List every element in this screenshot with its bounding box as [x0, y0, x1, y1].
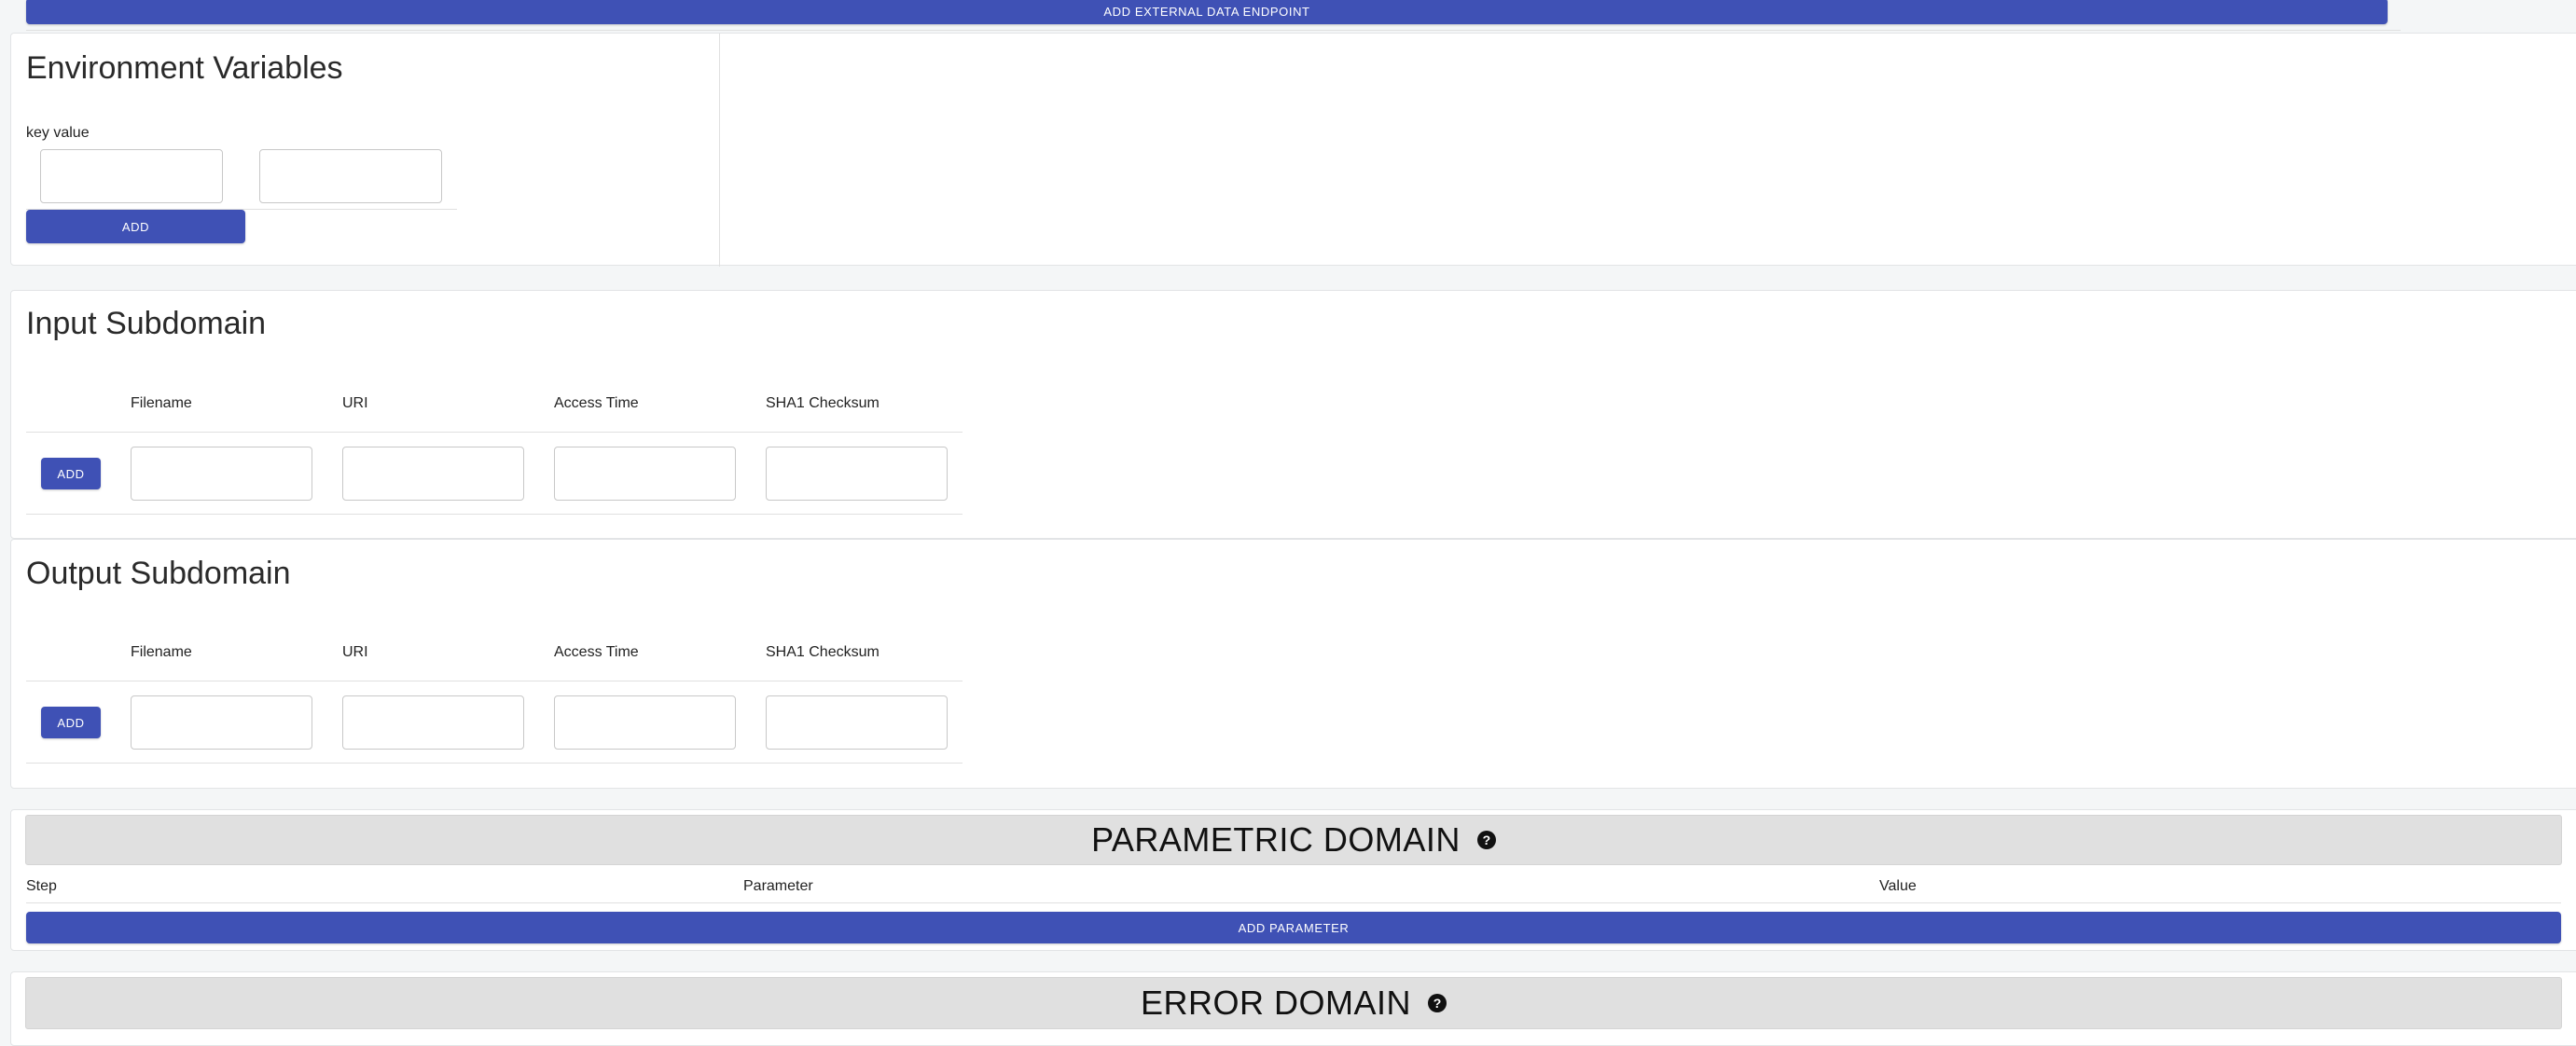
question-circle-icon[interactable]: ?: [1476, 831, 1496, 849]
environment-variables-divider-vertical: [719, 34, 720, 267]
input-col-access-time: Access Time: [554, 395, 639, 411]
env-value-input[interactable]: [259, 149, 442, 203]
input-col-sha1-checksum: SHA1 Checksum: [766, 395, 879, 411]
parametric-col-parameter: Parameter: [743, 878, 813, 894]
parametric-col-step: Step: [26, 878, 57, 894]
input-subdomain-title: Input Subdomain: [26, 306, 267, 341]
question-circle-icon[interactable]: ?: [1428, 994, 1447, 1012]
output-subdomain-card: [10, 539, 2576, 789]
parametric-domain-header: PARAMETRIC DOMAIN ?: [25, 815, 2562, 865]
add-external-data-endpoint-button[interactable]: ADD EXTERNAL DATA ENDPOINT: [26, 0, 2388, 24]
parametric-header-divider: [26, 902, 2561, 903]
output-col-uri: URI: [342, 644, 368, 660]
input-col-uri: URI: [342, 395, 368, 411]
output-col-access-time: Access Time: [554, 644, 639, 660]
input-row-divider: [26, 514, 963, 515]
environment-variables-title: Environment Variables: [26, 50, 343, 86]
output-col-filename: Filename: [131, 644, 192, 660]
output-access-time-field[interactable]: [554, 695, 736, 750]
parametric-col-value: Value: [1879, 878, 1917, 894]
output-filename-field[interactable]: [131, 695, 312, 750]
output-add-button[interactable]: ADD: [41, 707, 101, 738]
parametric-domain-title: PARAMETRIC DOMAIN: [1091, 820, 1461, 859]
input-access-time-field[interactable]: [554, 447, 736, 501]
output-uri-field[interactable]: [342, 695, 524, 750]
input-filename-field[interactable]: [131, 447, 312, 501]
output-col-sha1-checksum: SHA1 Checksum: [766, 644, 879, 660]
input-sha1-checksum-field[interactable]: [766, 447, 948, 501]
input-col-filename: Filename: [131, 395, 192, 411]
add-parameter-button[interactable]: ADD PARAMETER: [26, 912, 2561, 943]
output-subdomain-title: Output Subdomain: [26, 556, 291, 591]
top-divider: [26, 30, 2401, 31]
input-subdomain-card: [10, 290, 2576, 539]
error-domain-header: ERROR DOMAIN ?: [25, 977, 2562, 1029]
output-sha1-checksum-field[interactable]: [766, 695, 948, 750]
output-row-divider: [26, 763, 963, 764]
input-add-button[interactable]: ADD: [41, 458, 101, 489]
input-uri-field[interactable]: [342, 447, 524, 501]
env-key-input[interactable]: [40, 149, 223, 203]
env-add-button[interactable]: ADD: [26, 210, 245, 243]
error-domain-title: ERROR DOMAIN: [1140, 984, 1411, 1022]
environment-variables-header: key value: [26, 125, 90, 141]
input-header-divider: [26, 432, 963, 433]
